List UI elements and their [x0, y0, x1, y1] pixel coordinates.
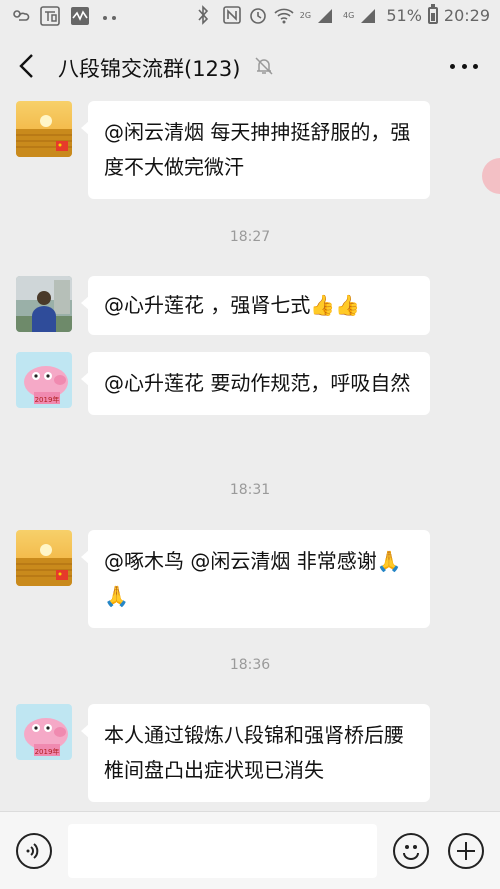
man-photo-avatar	[16, 276, 72, 332]
status-right-icons: 2G 4G 51% 20:29	[196, 3, 490, 25]
battery-percent: 51%	[386, 5, 422, 25]
peppa-badge-text: 2019年	[35, 395, 60, 404]
floating-side-tab[interactable]	[482, 158, 500, 194]
peppa-badge-text: 2019年	[35, 747, 60, 756]
alarm-icon	[248, 5, 268, 25]
wifi-icon	[274, 5, 294, 25]
plus-icon	[457, 842, 475, 860]
voice-input-button[interactable]	[16, 833, 52, 869]
more-functions-button[interactable]	[448, 833, 484, 869]
network-badge-4g: 4G	[343, 10, 355, 20]
status-left-icons	[10, 6, 120, 26]
avatar-peppa[interactable]: 2019年	[16, 352, 72, 408]
message-text: @心升莲花 要动作规范，呼吸自然	[104, 371, 411, 395]
status-bar: 2G 4G 51% 20:29	[0, 0, 500, 34]
back-arrow-icon	[19, 54, 33, 78]
wheat-field-sunset-avatar	[16, 101, 72, 157]
clock-time: 20:29	[443, 5, 490, 25]
peppa-pig-avatar: 2019年	[16, 704, 72, 760]
message-input[interactable]	[68, 824, 377, 878]
message-bubble[interactable]: @啄木鸟 @闲云清烟 非常感谢🙏🙏	[81, 530, 430, 628]
wheat-field-sunset-avatar	[16, 530, 72, 586]
message-bubble[interactable]: @闲云清烟 每天抻抻挺舒服的，强度不大做完微汗	[81, 101, 430, 199]
message-bubble[interactable]: 本人通过锻炼八段锦和强肾桥后腰椎间盘凸出症状现已消失	[81, 704, 430, 802]
signal-icon	[317, 5, 337, 25]
nfc-icon	[222, 5, 242, 25]
timestamp: 18:31	[229, 482, 271, 498]
pulse-app-icon	[70, 6, 90, 26]
avatar-peppa[interactable]: 2019年	[16, 704, 72, 760]
message-text: @啄木鸟 @闲云清烟 非常感谢🙏🙏	[104, 549, 402, 608]
message-bubble[interactable]: @心升莲花 ，强肾七式👍👍	[81, 276, 430, 335]
more-options-button[interactable]	[450, 58, 478, 74]
battery-icon	[427, 3, 438, 24]
weather-icon	[10, 6, 30, 26]
back-button[interactable]	[14, 52, 42, 80]
dot	[461, 63, 467, 69]
dot	[450, 63, 455, 69]
network-badge-2g: 2G	[299, 10, 312, 20]
signal-icon	[360, 5, 380, 25]
message-bubble[interactable]: @心升莲花 要动作规范，呼吸自然	[81, 352, 430, 415]
emoji-icon	[403, 845, 419, 860]
message-text: @心升莲花 ，强肾七式👍👍	[104, 293, 361, 317]
emoji-button[interactable]	[393, 833, 429, 869]
chat-header: 八段锦交流群(123)	[0, 34, 500, 98]
chat-input-bar	[0, 811, 500, 889]
timestamp: 18:36	[229, 657, 271, 673]
avatar-man-photo[interactable]	[16, 276, 72, 332]
store-app-icon	[40, 6, 60, 26]
dot	[473, 63, 478, 69]
peppa-pig-avatar: 2019年	[16, 352, 72, 408]
voice-icon	[26, 843, 39, 859]
message-text: @闲云清烟 每天抻抻挺舒服的，强度不大做完微汗	[104, 120, 411, 179]
mute-bell-icon	[254, 56, 274, 76]
more-dots-icon	[100, 6, 120, 26]
bluetooth-icon	[196, 5, 216, 25]
chat-title: 八段锦交流群(123)	[58, 57, 241, 81]
avatar-wheat-field[interactable]	[16, 101, 72, 157]
timestamp: 18:27	[229, 229, 271, 245]
avatar-wheat-field[interactable]	[16, 530, 72, 586]
message-text: 本人通过锻炼八段锦和强肾桥后腰椎间盘凸出症状现已消失	[104, 723, 404, 782]
